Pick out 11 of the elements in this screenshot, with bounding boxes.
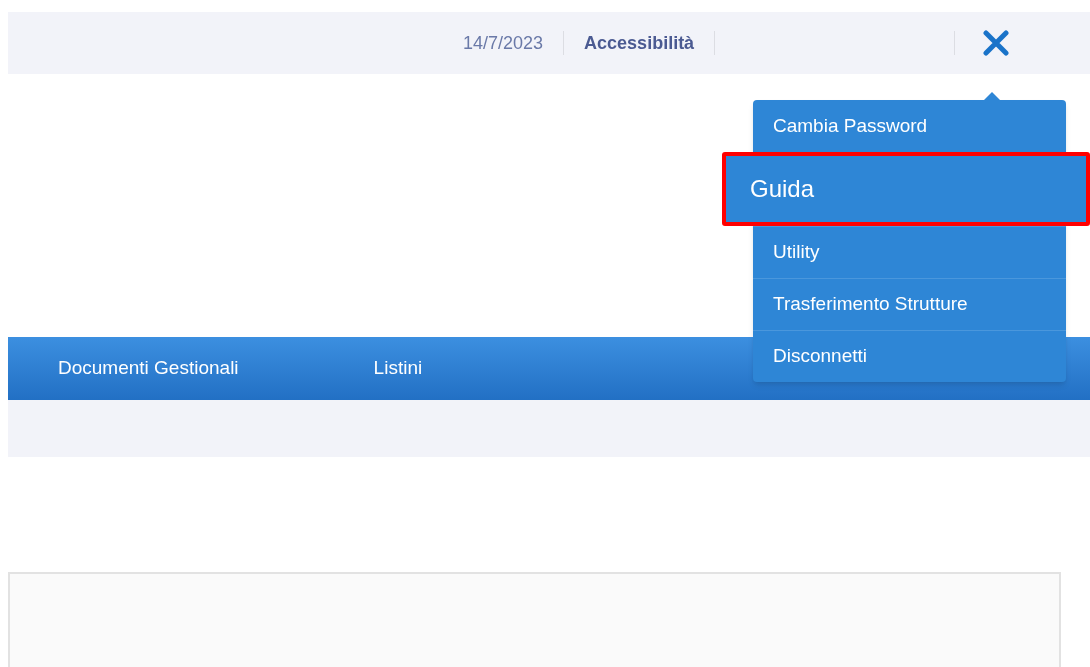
menu-item[interactable]: Disconnetti — [753, 330, 1066, 382]
close-button[interactable] — [981, 28, 1012, 58]
menu-item[interactable]: Cambia Password — [753, 100, 1066, 152]
nav-item[interactable]: Listini — [373, 354, 423, 383]
accessibility-link[interactable]: Accessibilità — [584, 29, 695, 57]
date-text: 14/7/2023 — [463, 31, 544, 55]
menu-item[interactable]: Utility — [753, 226, 1066, 278]
close-icon — [983, 30, 1010, 56]
nav-item[interactable]: Documenti Gestionali — [58, 354, 239, 383]
menu-item[interactable]: Guida — [722, 152, 1090, 226]
menu-item[interactable]: Trasferimento Strutture — [753, 278, 1066, 330]
